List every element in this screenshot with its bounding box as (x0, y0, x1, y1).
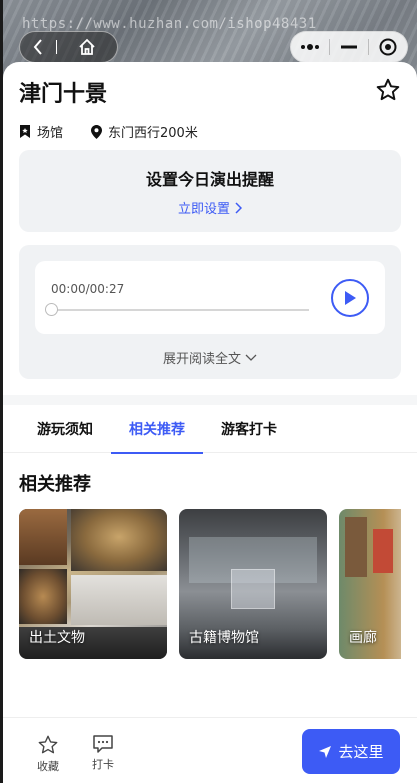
expand-full-text-button[interactable]: 展开阅读全文 (19, 348, 401, 367)
bottom-action-bar: 收藏 打卡 去这里 (3, 717, 417, 783)
play-button[interactable] (331, 279, 369, 317)
checkin-button[interactable]: 打卡 (83, 734, 123, 772)
expand-label: 展开阅读全文 (162, 352, 241, 367)
back-icon (33, 39, 42, 55)
content-tabs: 游玩须知 相关推荐 游客打卡 (3, 405, 417, 454)
card-photo (19, 509, 67, 565)
card-label: 出土文物 (29, 630, 85, 646)
meta-row: 场馆 东门西行200米 (19, 122, 226, 141)
section-divider (3, 395, 417, 405)
checkin-label: 打卡 (92, 758, 114, 771)
bookmark-icon (20, 125, 30, 138)
go-here-label: 去这里 (338, 743, 384, 761)
reminder-title: 设置今日演出提醒 (145, 170, 274, 189)
recommend-card[interactable]: 画廊 (339, 509, 401, 659)
category-tag: 场馆 (19, 122, 63, 141)
star-icon (38, 735, 58, 754)
play-icon (345, 291, 356, 305)
tab-visitor-checkin[interactable]: 游客打卡 (203, 405, 295, 453)
tab-label: 相关推荐 (129, 422, 185, 438)
nav-capsule (19, 31, 118, 63)
back-button[interactable] (20, 32, 56, 62)
tab-label: 游玩须知 (37, 422, 93, 438)
tab-recommend[interactable]: 相关推荐 (111, 405, 203, 454)
audio-player: 00:00/00:27 (35, 261, 385, 334)
favorite-button[interactable] (375, 77, 401, 107)
recommend-card[interactable]: 出土文物 (19, 509, 167, 659)
set-reminder-link[interactable]: 立即设置 (178, 198, 242, 217)
chevron-down-icon (245, 354, 257, 361)
location-info[interactable]: 东门西行200米 (91, 122, 198, 141)
recommend-section-title: 相关推荐 (19, 474, 91, 495)
card-photo (345, 517, 367, 577)
card-photo (71, 509, 167, 571)
detail-sheet: 津门十景 场馆 东门西行200米 设置今日演出提醒 立即设置 00:00/00:… (3, 62, 417, 783)
navigation-arrow-icon (319, 745, 332, 758)
audio-time: 00:00/00:27 (51, 282, 125, 296)
location-label: 东门西行200米 (108, 126, 198, 141)
card-label: 古籍博物馆 (189, 630, 259, 646)
card-label: 画廊 (349, 630, 377, 646)
show-reminder-card: 设置今日演出提醒 立即设置 (19, 150, 401, 232)
card-photo (19, 569, 67, 624)
collect-button[interactable]: 收藏 (28, 734, 68, 774)
tab-play-notes[interactable]: 游玩须知 (19, 405, 111, 453)
card-photo (373, 529, 393, 573)
close-target-icon (379, 38, 397, 56)
recommend-card[interactable]: 古籍博物馆 (179, 509, 327, 659)
card-photo (71, 575, 167, 625)
minimize-icon (341, 45, 357, 49)
audio-guide-card: 00:00/00:27 展开阅读全文 (19, 245, 401, 379)
collect-label: 收藏 (37, 760, 59, 773)
home-icon (79, 38, 95, 55)
audio-progress-knob[interactable] (45, 303, 58, 316)
location-pin-icon (91, 124, 103, 139)
more-icon (301, 44, 319, 50)
chat-icon (93, 735, 113, 753)
audio-progress-track[interactable] (51, 309, 309, 311)
page-title: 津门十景 (19, 82, 108, 107)
category-label: 场馆 (37, 126, 64, 141)
minimize-button[interactable] (330, 32, 368, 62)
star-icon (376, 78, 400, 101)
chevron-right-icon (235, 201, 242, 214)
watermark-text: https://www.huzhan.com/ishop48431 (22, 16, 317, 32)
more-button[interactable] (291, 32, 329, 62)
close-button[interactable] (369, 32, 407, 62)
recommend-carousel[interactable]: 出土文物 古籍博物馆 画廊 (19, 509, 401, 659)
go-here-button[interactable]: 去这里 (302, 729, 400, 774)
home-button[interactable] (57, 32, 117, 62)
card-photo (231, 569, 275, 609)
miniprogram-capsule (290, 31, 408, 63)
set-reminder-label: 立即设置 (177, 202, 230, 217)
tab-label: 游客打卡 (221, 422, 277, 438)
